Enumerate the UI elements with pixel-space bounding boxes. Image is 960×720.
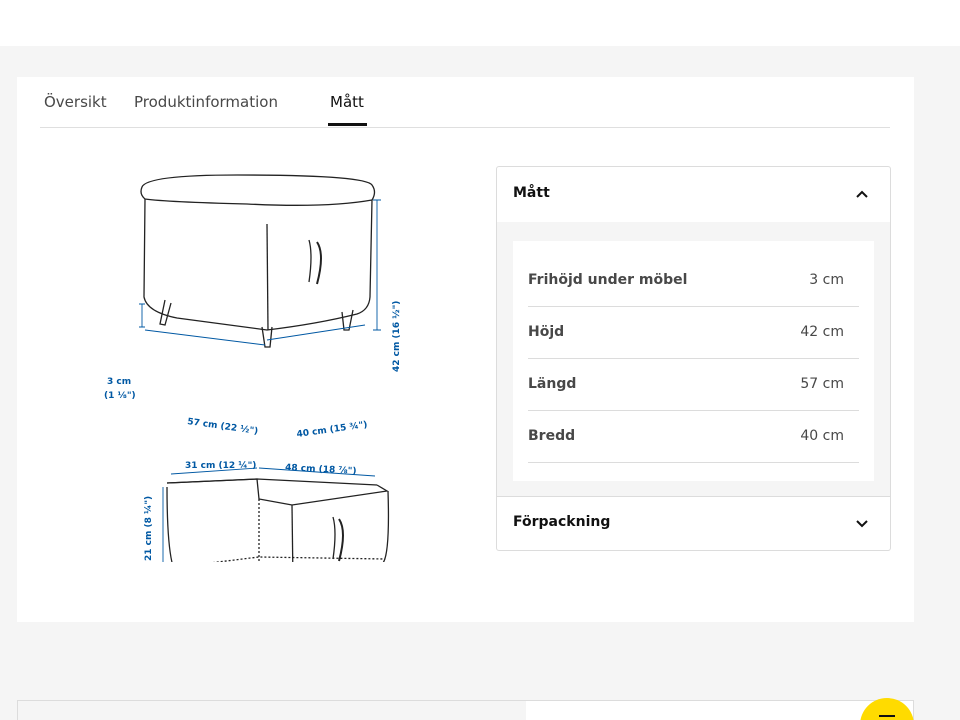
label-seat-height: 3 cm <box>107 377 131 387</box>
dimension-label: Bredd <box>528 428 576 444</box>
menu-icon <box>879 715 895 717</box>
dimension-row: Längd 57 cm <box>528 359 859 411</box>
measurements-accordion-title: Mått <box>513 185 550 201</box>
ottoman-closed-illustration <box>140 174 376 348</box>
active-tab-indicator <box>328 123 367 126</box>
tab-product-information[interactable]: Produktinformation <box>134 93 278 111</box>
dimension-label: Frihöjd under möbel <box>528 272 688 288</box>
label-inner-length: 48 cm (18 ⅞") <box>285 463 357 477</box>
dimension-label: Längd <box>528 376 577 392</box>
next-section-card <box>17 700 914 720</box>
dimension-drawing: 3 cm (1 ⅛") 57 cm (22 ½") 40 cm (15 ¾") … <box>104 174 402 562</box>
top-header <box>0 0 960 46</box>
label-width: 40 cm (15 ¾") <box>296 420 368 440</box>
chevron-up-icon <box>856 190 868 198</box>
dimension-lines-top <box>139 199 381 346</box>
ottoman-open-illustration <box>166 478 390 562</box>
label-height: 42 cm (16 ½") <box>391 301 402 372</box>
packaging-accordion-header[interactable]: Förpackning <box>497 496 890 551</box>
dimension-value: 42 cm <box>800 324 844 340</box>
dimension-row: Bredd 40 cm <box>528 411 859 463</box>
dimension-value: 3 cm <box>809 272 844 288</box>
label-inner-width: 31 cm (12 ¼") <box>185 460 256 471</box>
measurements-accordion-header[interactable]: Mått <box>497 167 890 222</box>
tab-bar: Översikt Produktinformation Mått <box>40 77 890 128</box>
label-seat-height-inch: (1 ⅛") <box>104 391 136 401</box>
label-inner-height: 21 cm (8 ¼") <box>143 496 154 561</box>
dimensions-list: Frihöjd under möbel 3 cm Höjd 42 cm Läng… <box>513 241 874 481</box>
dimension-row: Frihöjd under möbel 3 cm <box>528 255 859 307</box>
dimension-row: Höjd 42 cm <box>528 307 859 359</box>
dimension-label: Höjd <box>528 324 565 340</box>
tab-measurements[interactable]: Mått <box>330 93 364 111</box>
measurements-accordion-body: Frihöjd under möbel 3 cm Höjd 42 cm Läng… <box>497 222 890 497</box>
chevron-down-icon <box>856 520 868 528</box>
next-section-left <box>18 701 526 720</box>
dimension-value: 40 cm <box>800 428 844 444</box>
label-length: 57 cm (22 ½") <box>187 416 259 437</box>
product-details-panel: Översikt Produktinformation Mått 3 cm (1… <box>17 77 914 622</box>
packaging-accordion-title: Förpackning <box>513 514 611 530</box>
measurements-accordion: Mått Frihöjd under möbel 3 cm Höjd 42 cm… <box>496 166 891 551</box>
dimension-value: 57 cm <box>800 376 844 392</box>
tab-overview[interactable]: Översikt <box>44 93 107 111</box>
